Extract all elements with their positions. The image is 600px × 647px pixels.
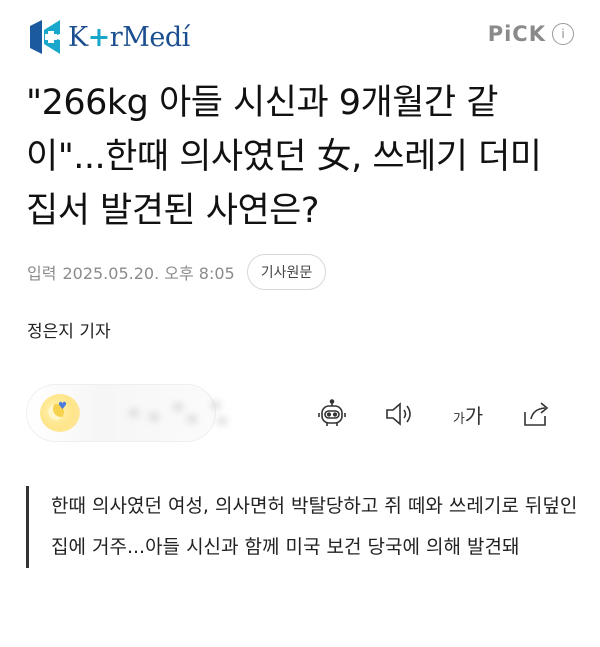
article-summary-quote: 한때 의사였던 여성, 의사면허 박탈당하고 쥐 떼와 쓰레기로 뒤덮인 집에 … (26, 486, 591, 568)
header: K+rMedí PiCK i (0, 0, 600, 70)
article-actions: 가가 (298, 394, 570, 434)
share-icon (524, 402, 549, 426)
share-button[interactable] (502, 394, 570, 434)
heart-icon: ♥ (58, 401, 67, 412)
logo-wordmark: K+rMedí (68, 21, 190, 53)
reporter-profile-pill[interactable]: ♥ (26, 384, 226, 442)
article-title: "266kg 아들 시신과 9개월간 같이"...한때 의사였던 女, 쓰레기 … (26, 83, 542, 231)
font-size-icon: 가가 (452, 403, 484, 428)
original-article-button[interactable]: 기사원문 (246, 254, 327, 290)
blurred-reporter-info (126, 396, 236, 432)
font-size-button[interactable]: 가가 (434, 394, 502, 434)
published-date: 2025.05.20. 오후 8:05 (62, 264, 235, 283)
reporter-toolbar: ♥ 가가 (0, 378, 600, 448)
kormedi-logo-icon (30, 20, 60, 54)
avatar: ♥ (40, 394, 80, 432)
info-icon[interactable]: i (552, 23, 574, 45)
pick-label: PiCK (487, 22, 546, 46)
kormedi-logo[interactable]: K+rMedí (28, 20, 190, 54)
ai-summary-button[interactable] (298, 394, 366, 434)
speaker-icon (386, 402, 411, 426)
article-meta: 입력 2025.05.20. 오후 8:05 기사원문 (27, 254, 327, 290)
text-to-speech-button[interactable] (366, 394, 434, 434)
ai-summary-robot-icon (318, 399, 346, 426)
pick-badge[interactable]: PiCK i (488, 22, 574, 46)
reporter-name[interactable]: 정은지 기자 (27, 317, 111, 342)
published-label: 입력 (27, 264, 57, 283)
